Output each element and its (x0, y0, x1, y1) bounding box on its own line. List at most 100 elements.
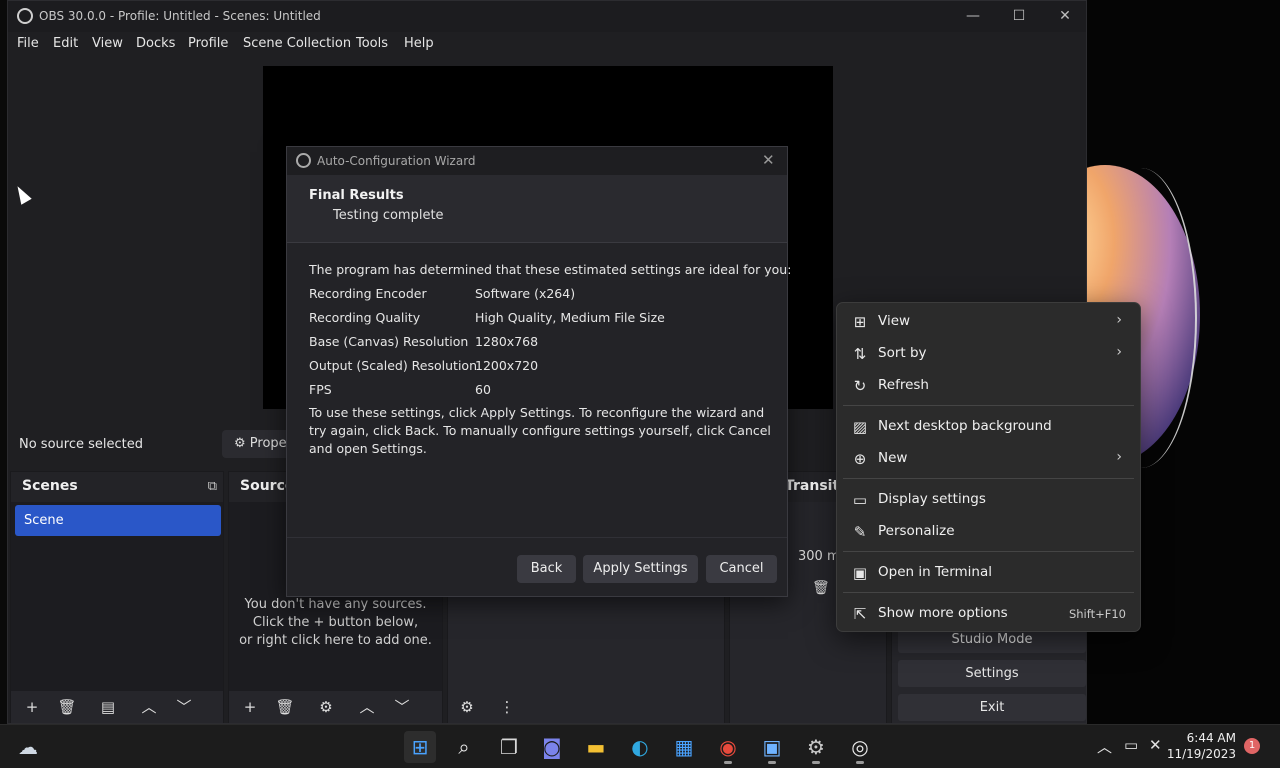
menu-item-open-terminal[interactable]: ▣ Open in Terminal (841, 558, 1136, 588)
audio-menu-icon[interactable]: ⋮ (494, 695, 520, 719)
menu-scene-collection[interactable]: Scene Collection (243, 36, 351, 51)
undock-icon[interactable]: ⧉ (208, 479, 217, 494)
menu-item-sort-by[interactable]: ⇅ Sort by › (841, 339, 1136, 369)
source-up-icon[interactable]: ︿ (354, 695, 380, 719)
dialog-title: Auto-Configuration Wizard (317, 154, 476, 168)
dialog-footer: Back Apply Settings Cancel (287, 537, 787, 596)
file-explorer-icon[interactable]: ▬ (580, 731, 612, 763)
menu-item-next-background[interactable]: ▨ Next desktop background (841, 412, 1136, 442)
running-indicator (724, 761, 732, 764)
result-label: Base (Canvas) Resolution (309, 334, 469, 349)
source-down-icon[interactable]: ﹀ (389, 695, 415, 719)
move-up-icon[interactable]: ︿ (136, 695, 162, 719)
menu-edit[interactable]: Edit (53, 36, 78, 51)
menu-item-label: Show more options (878, 605, 1008, 621)
dialog-title-bar: Auto-Configuration Wizard ✕ (287, 147, 787, 175)
result-value: High Quality, Medium File Size (475, 310, 665, 325)
menu-item-refresh[interactable]: ↻ Refresh (841, 371, 1136, 401)
menu-profile[interactable]: Profile (188, 36, 228, 51)
apply-settings-button[interactable]: Apply Settings (583, 555, 698, 583)
maximize-button[interactable]: ☐ (996, 5, 1042, 27)
back-button[interactable]: Back (517, 555, 576, 583)
results-intro: The program has determined that these es… (309, 262, 792, 277)
obs-logo-icon (17, 8, 33, 24)
search-icon[interactable]: ⌕ (448, 731, 480, 763)
source-properties-icon[interactable]: ⚙ (313, 695, 339, 719)
grid-icon: ⊞ (853, 313, 867, 331)
add-scene-icon[interactable]: + (19, 695, 45, 719)
menu-item-new[interactable]: ⊕ New › (841, 444, 1136, 474)
network-icon[interactable]: ▭ (1124, 736, 1138, 754)
menu-tools[interactable]: Tools (356, 36, 388, 51)
scenes-list[interactable]: Scene (11, 502, 223, 692)
settings-gear-icon[interactable]: ⚙ (800, 731, 832, 764)
menu-item-view[interactable]: ⊞ View › (841, 307, 1136, 337)
result-label: Recording Encoder (309, 286, 427, 301)
menu-separator (843, 551, 1134, 552)
menu-item-label: Display settings (878, 491, 986, 507)
results-instructions: To use these settings, click Apply Setti… (309, 405, 771, 456)
running-indicator (812, 761, 820, 764)
weather-icon[interactable]: ☁ (12, 731, 44, 763)
pen-icon: ✎ (853, 523, 867, 541)
chrome-browser-icon[interactable]: ◉ (712, 731, 744, 764)
menu-item-label: Open in Terminal (878, 564, 992, 580)
move-down-icon[interactable]: ﹀ (171, 695, 197, 719)
minimize-button[interactable]: — (950, 5, 996, 27)
scene-filter-icon[interactable]: ▤ (95, 695, 121, 719)
close-button[interactable]: ✕ (1042, 5, 1086, 27)
audio-settings-icon[interactable]: ⚙ (454, 695, 480, 719)
chevron-right-icon: › (1116, 449, 1122, 465)
notification-badge[interactable]: 1 (1244, 738, 1260, 754)
no-source-label: No source selected (19, 437, 143, 452)
store-icon[interactable]: ▦ (668, 731, 700, 763)
remove-transition-icon[interactable]: 🗑 (812, 580, 830, 596)
chevron-up-icon[interactable]: ︿ (1097, 736, 1112, 757)
edge-browser-icon[interactable]: ◐ (624, 731, 656, 763)
result-value: Software (x264) (475, 286, 576, 301)
menu-item-show-more-options[interactable]: ⇱ Show more options Shift+F10 (841, 599, 1136, 629)
scenes-toolbar: + 🗑 ▤ ︿ ﹀ (11, 691, 223, 723)
audio-mixer-toolbar: ⚙ ⋮ (448, 691, 724, 723)
result-value: 1280x768 (475, 334, 539, 349)
start-menu-icon[interactable]: ⊞ (404, 731, 436, 763)
running-indicator (768, 761, 776, 764)
transition-duration[interactable]: 300 m (798, 549, 840, 564)
result-label: Output (Scaled) Resolution (309, 358, 477, 373)
task-view-icon[interactable]: ❐ (493, 731, 525, 763)
scenes-dock: Scenes ⧉ Scene + 🗑 ▤ ︿ ﹀ (10, 471, 224, 723)
obs-logo-icon (296, 153, 311, 168)
exit-button[interactable]: Exit (898, 694, 1086, 721)
menu-item-personalize[interactable]: ✎ Personalize (841, 517, 1136, 547)
obs-app-icon[interactable]: ◎ (844, 731, 876, 764)
menu-docks[interactable]: Docks (136, 36, 175, 51)
menu-file[interactable]: File (17, 36, 39, 51)
running-indicator (856, 761, 864, 764)
settings-button[interactable]: Settings (898, 660, 1086, 687)
desktop-context-menu: ⊞ View › ⇅ Sort by › ↻ Refresh ▨ Next de… (836, 302, 1141, 632)
menu-item-label: Personalize (878, 523, 955, 539)
cancel-button[interactable]: Cancel (706, 555, 777, 583)
clock-time: 6:44 AM (1186, 731, 1236, 745)
add-source-icon[interactable]: + (237, 695, 263, 719)
title-bar: OBS 30.0.0 - Profile: Untitled - Scenes:… (8, 1, 1086, 32)
remote-desktop-icon[interactable]: ▣ (756, 731, 788, 764)
sort-icon: ⇅ (853, 345, 867, 363)
tray-clock[interactable]: 6:44 AM 11/19/2023 (1167, 730, 1236, 762)
chat-icon[interactable]: ◙ (536, 731, 568, 763)
menu-item-display-settings[interactable]: ▭ Display settings (841, 485, 1136, 515)
remove-source-icon[interactable]: 🗑 (272, 695, 298, 719)
menu-help[interactable]: Help (404, 36, 434, 51)
scenes-dock-header: Scenes ⧉ (11, 472, 223, 502)
window-title: OBS 30.0.0 - Profile: Untitled - Scenes:… (39, 9, 321, 23)
result-label: FPS (309, 382, 332, 397)
scenes-dock-title: Scenes (22, 478, 78, 494)
scene-item[interactable]: Scene (15, 505, 221, 536)
remove-scene-icon[interactable]: 🗑 (54, 695, 80, 719)
menu-view[interactable]: View (92, 36, 123, 51)
volume-muted-icon[interactable]: ✕ (1149, 736, 1162, 754)
share-icon: ⇱ (853, 605, 867, 623)
menu-separator (843, 478, 1134, 479)
dialog-close-icon[interactable]: ✕ (762, 151, 775, 169)
result-value: 60 (475, 382, 491, 397)
